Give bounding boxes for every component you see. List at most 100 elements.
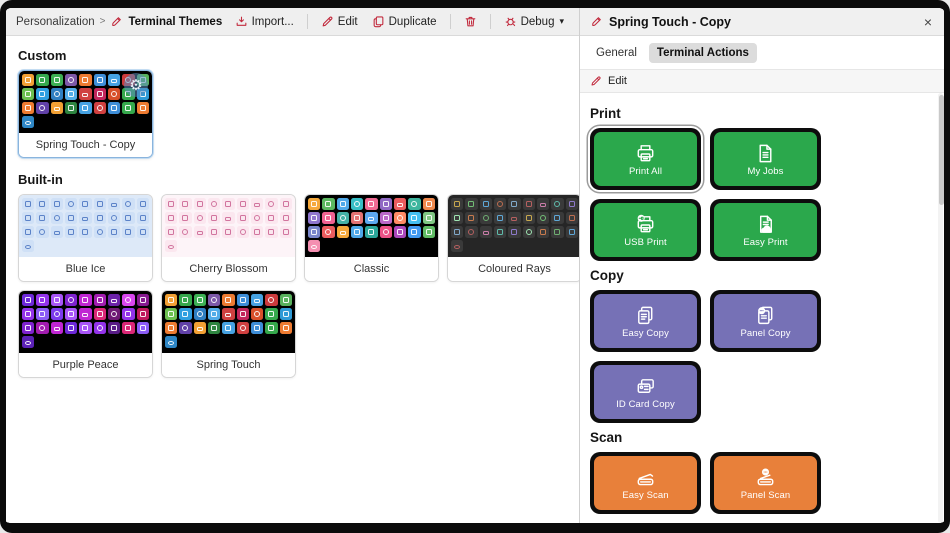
theme-tile-icon [122, 212, 134, 224]
theme-tile-icon [137, 226, 149, 238]
chevron-down-icon: ▾ [559, 16, 564, 27]
theme-tile-icon [380, 198, 392, 210]
action-row: Print All My JobsUSB PrintEasy Print [590, 128, 930, 261]
theme-tile-icon [194, 294, 206, 306]
theme-tile-icon [94, 322, 106, 334]
theme-tile-icon [79, 226, 91, 238]
theme-tile-icon [51, 198, 63, 210]
gear-icon[interactable]: ⚙ [124, 73, 148, 97]
toolbar-divider [307, 14, 308, 29]
trash-icon [464, 15, 477, 28]
theme-tile-icon [51, 308, 63, 320]
debug-button[interactable]: Debug ▾ [499, 13, 569, 30]
import-button[interactable]: Import... [230, 13, 299, 30]
theme-tile-icon [179, 226, 191, 238]
terminal-action-easy-copy[interactable]: Easy Copy [590, 290, 701, 352]
theme-tile-icon [165, 294, 177, 306]
theme-tile-icon [308, 240, 320, 252]
terminal-action-easy-scan[interactable]: Easy Scan [590, 452, 701, 514]
theme-card-coloured-rays[interactable]: Coloured Rays [447, 194, 579, 282]
theme-tile-icon [451, 240, 463, 252]
theme-thumbnail [162, 195, 295, 257]
theme-tile-icon [65, 198, 77, 210]
action-row: Easy ScanPanel ScanUSB ScaneExternal Wor… [590, 452, 930, 523]
close-icon[interactable]: × [922, 14, 934, 30]
theme-tile-icon [408, 226, 420, 238]
theme-tile-icon [51, 88, 63, 100]
theme-tile-icon [280, 226, 292, 238]
terminal-themes-pane: Personalization > Terminal Themes Import… [6, 8, 579, 523]
theme-card-spring-touch[interactable]: Spring Touch [161, 290, 296, 378]
terminal-action-easy-print[interactable]: Easy Print [710, 199, 821, 261]
theme-tile-icon [137, 294, 149, 306]
theme-tile-icon [308, 226, 320, 238]
theme-tile-icon [51, 294, 63, 306]
theme-tile-icon [165, 240, 177, 252]
theme-tile-icon [36, 198, 48, 210]
theme-name: Spring Touch - Copy [19, 133, 152, 157]
terminal-action-usb-print[interactable]: USB Print [590, 199, 701, 261]
theme-tile-icon [351, 212, 363, 224]
action-label: Easy Scan [622, 490, 668, 501]
theme-tile-icon [365, 226, 377, 238]
theme-tile-icon [494, 198, 506, 210]
pencil-icon [590, 75, 602, 87]
duplicate-button[interactable]: Duplicate [367, 13, 442, 30]
terminal-action-panel-copy[interactable]: Panel Copy [710, 290, 821, 352]
theme-tile-icon [165, 198, 177, 210]
theme-tile-icon [94, 294, 106, 306]
theme-tile-icon [380, 226, 392, 238]
theme-tile-icon [94, 212, 106, 224]
theme-tile-icon [465, 226, 477, 238]
terminal-action-my-jobs[interactable]: My Jobs [710, 128, 821, 190]
theme-tile-icon [36, 308, 48, 320]
action-label: Print All [629, 166, 662, 177]
theme-tile-icon [237, 294, 249, 306]
theme-tile-icon [36, 74, 48, 86]
tab-terminal-actions[interactable]: Terminal Actions [649, 43, 757, 63]
theme-tile-icon [365, 198, 377, 210]
theme-tile-icon [494, 212, 506, 224]
terminal-action-print-all[interactable]: Print All [590, 128, 701, 190]
theme-tile-icon [51, 322, 63, 334]
theme-tile-icon [65, 322, 77, 334]
theme-tile-icon [394, 198, 406, 210]
action-label: Panel Scan [741, 490, 791, 501]
theme-tile-icon [108, 294, 120, 306]
section-title-print: Print [590, 106, 930, 121]
breadcrumb-parent[interactable]: Personalization [16, 16, 95, 28]
theme-card-purple-peace[interactable]: Purple Peace [18, 290, 153, 378]
theme-tile-icon [137, 308, 149, 320]
theme-tile-icon [451, 198, 463, 210]
pages-icon [634, 304, 657, 327]
app-window: Personalization > Terminal Themes Import… [0, 0, 950, 533]
theme-tile-icon [251, 308, 263, 320]
scrollbar-thumb[interactable] [939, 95, 944, 205]
panel-edit-button[interactable]: Edit [580, 69, 944, 93]
theme-card-cherry-blossom[interactable]: Cherry Blossom [161, 194, 296, 282]
theme-tile-icon [36, 226, 48, 238]
theme-tile-icon [65, 88, 77, 100]
terminal-action-id-card-copy[interactable]: ID Card Copy [590, 361, 701, 423]
tab-general[interactable]: General [588, 43, 645, 63]
theme-card-blue-ice[interactable]: Blue Ice [18, 194, 153, 282]
terminal-action-panel-scan[interactable]: Panel Scan [710, 452, 821, 514]
theme-tile-icon [208, 212, 220, 224]
theme-card-spring-touch-copy[interactable]: ⚙ Spring Touch - Copy [18, 70, 153, 158]
scanner-chat-icon [754, 466, 777, 489]
theme-card-classic[interactable]: Classic [304, 194, 439, 282]
theme-tile-icon [79, 198, 91, 210]
theme-tile-icon [322, 198, 334, 210]
theme-tile-icon [251, 226, 263, 238]
theme-tile-icon [94, 198, 106, 210]
theme-thumbnail [305, 195, 438, 257]
theme-tile-icon [494, 226, 506, 238]
theme-tile-icon [308, 212, 320, 224]
panel-title: Spring Touch - Copy [609, 15, 731, 29]
duplicate-icon [372, 15, 385, 28]
action-label: Panel Copy [740, 328, 790, 339]
theme-tile-icon [208, 198, 220, 210]
delete-button[interactable] [459, 13, 482, 30]
theme-tile-icon [108, 198, 120, 210]
edit-button[interactable]: Edit [316, 13, 363, 30]
